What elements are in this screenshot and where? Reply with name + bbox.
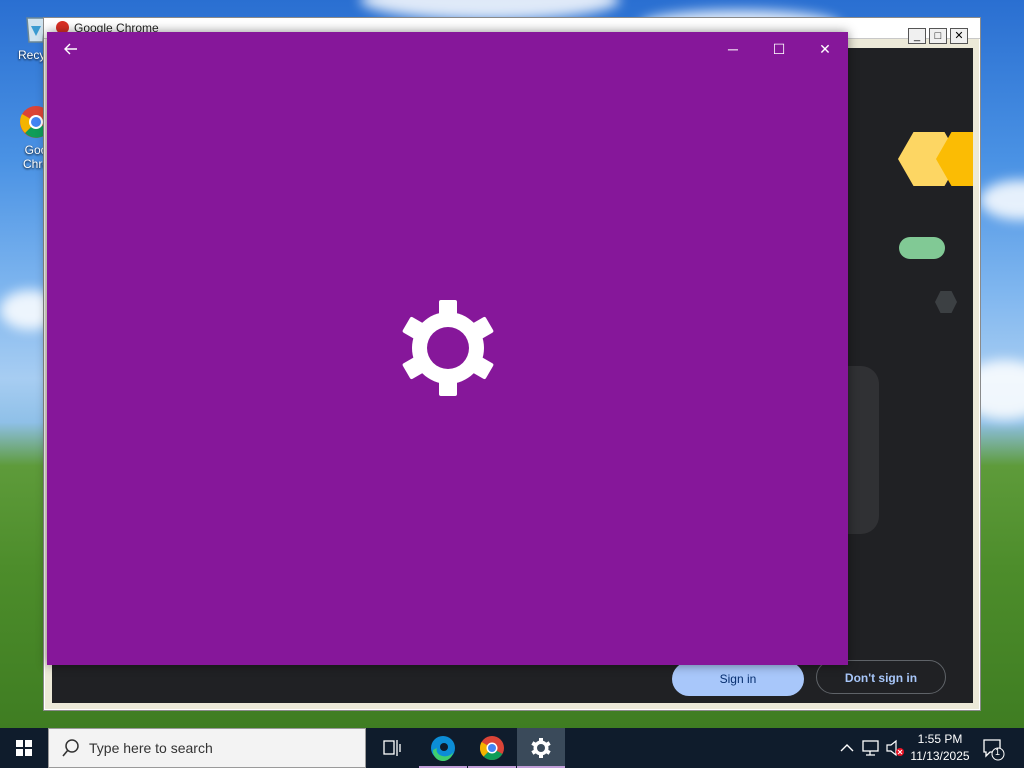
volume-muted-icon xyxy=(886,739,904,757)
notification-count: 1 xyxy=(995,747,1001,757)
clock-date: 11/13/2025 xyxy=(910,749,970,763)
settings-minimize-button[interactable]: ─ xyxy=(710,36,756,62)
chrome-maximize-button[interactable]: □ xyxy=(929,28,947,44)
settings-window[interactable]: ─ ☐ ✕ xyxy=(47,32,848,665)
taskbar-edge[interactable] xyxy=(419,728,467,768)
back-arrow-icon[interactable] xyxy=(59,38,83,60)
edge-icon xyxy=(431,736,455,762)
decorative-hexagon-small xyxy=(935,291,957,313)
taskbar-settings[interactable] xyxy=(517,728,565,768)
settings-close-button[interactable]: ✕ xyxy=(802,36,848,62)
system-clock[interactable]: 1:55 PM 11/13/2025 xyxy=(905,731,975,765)
network-button[interactable] xyxy=(860,728,882,768)
signin-card xyxy=(847,366,879,534)
chrome-close-button[interactable]: ✕ xyxy=(950,28,968,44)
sign-in-button[interactable]: Sign in xyxy=(672,662,804,696)
task-view-icon xyxy=(383,740,401,756)
dont-sign-in-button[interactable]: Don't sign in xyxy=(816,660,946,694)
clock-time: 1:55 PM xyxy=(917,732,963,746)
chrome-icon xyxy=(479,736,504,761)
search-placeholder: Type here to search xyxy=(89,740,213,756)
settings-icon xyxy=(531,738,551,758)
action-center-button[interactable]: 1 xyxy=(980,728,1010,768)
taskbar: Type here to search 1:55 PM 11/13/2025 1 xyxy=(0,728,1024,768)
desktop: Recycl Goo Chro Google Chrome _ □ ✕ Sign… xyxy=(0,0,1024,728)
start-button[interactable] xyxy=(0,728,48,768)
gear-icon xyxy=(398,298,498,398)
taskbar-chrome[interactable] xyxy=(468,728,516,768)
show-hidden-icons-button[interactable] xyxy=(838,728,856,768)
search-icon xyxy=(62,739,79,757)
taskbar-search-box[interactable]: Type here to search xyxy=(48,728,366,768)
chrome-minimize-button[interactable]: _ xyxy=(908,28,926,44)
chevron-up-icon xyxy=(840,744,854,752)
settings-maximize-button[interactable]: ☐ xyxy=(756,36,802,62)
windows-logo-icon xyxy=(16,740,32,756)
network-icon xyxy=(862,740,879,756)
volume-button[interactable] xyxy=(884,728,906,768)
decorative-pill xyxy=(899,237,945,259)
task-view-button[interactable] xyxy=(368,728,416,768)
